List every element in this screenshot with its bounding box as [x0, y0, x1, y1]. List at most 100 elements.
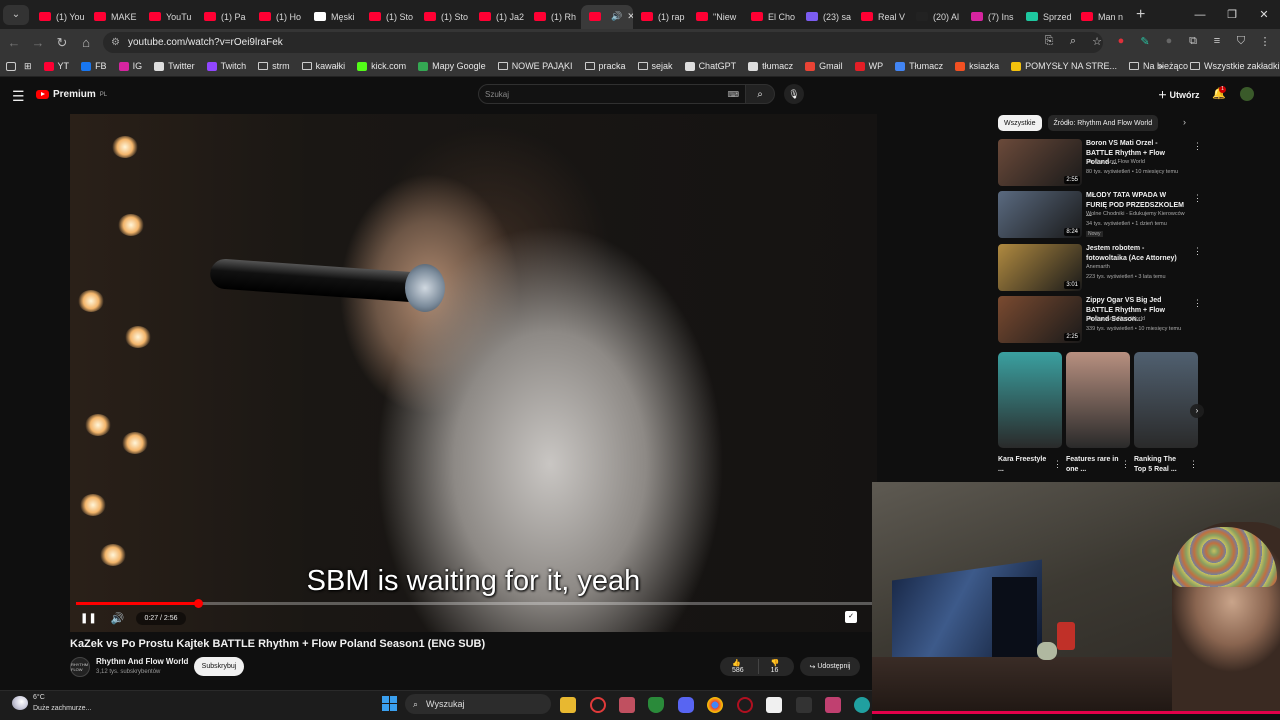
bookmark-item[interactable]: Tłumacz — [895, 61, 943, 71]
autoplay-shield-icon[interactable]: ✓ — [845, 611, 857, 623]
recommended-video[interactable]: 8:24 MŁODY TATA WPADA W FURIĘ POD PRZEDSZ… — [998, 191, 1202, 241]
capcut-icon[interactable] — [766, 697, 782, 713]
browser-tab[interactable]: Real V — [853, 5, 908, 29]
bookmark-item[interactable]: YT — [43, 61, 69, 71]
browser-tab[interactable]: (1) Pa — [196, 5, 251, 29]
bookmark-item[interactable]: FB — [81, 61, 107, 71]
account-avatar[interactable] — [1240, 87, 1254, 101]
short-thumbnail[interactable] — [998, 352, 1062, 448]
file-explorer-icon[interactable] — [560, 697, 576, 713]
voice-search-mic-icon[interactable]: 🎙 — [784, 84, 804, 104]
extension-icon[interactable]: ✎ — [1136, 32, 1154, 50]
minimize-icon[interactable]: — — [1184, 0, 1216, 29]
site-info-icon[interactable]: ⚙ — [111, 37, 120, 48]
browser-tab[interactable]: Man n — [1073, 5, 1128, 29]
app-image-icon[interactable] — [619, 697, 635, 713]
bookmark-item[interactable]: sejak — [637, 61, 673, 71]
more-options-icon[interactable]: ⋮ — [1189, 459, 1198, 470]
bookmark-item[interactable]: POMYSŁY NA STRE... — [1011, 61, 1117, 71]
tab-audio-icon[interactable]: 🔊 — [611, 11, 622, 22]
record-extension-icon[interactable]: ● — [1112, 32, 1130, 50]
shorts-next-chevron-icon[interactable]: › — [1190, 404, 1204, 418]
video-channel[interactable]: Rhythm And Flow World — [1086, 316, 1145, 322]
short-title[interactable]: Ranking The Top 5 Real ... — [1134, 455, 1189, 475]
restore-icon[interactable]: ❐ — [1216, 0, 1248, 29]
tab-search-chevron-icon[interactable]: ⌄ — [3, 4, 29, 25]
bookmark-item[interactable]: pracka — [584, 61, 626, 71]
keyboard-icon[interactable]: ⌨ — [727, 90, 739, 99]
chips-next-chevron-icon[interactable]: › — [1183, 117, 1186, 127]
reading-list-icon[interactable] — [6, 61, 16, 71]
youtube-premium-logo[interactable]: Premium PL — [36, 89, 107, 100]
browser-tab[interactable]: Męski — [306, 5, 361, 29]
taskbar-search[interactable]: ⌕ Wyszukaj — [405, 694, 551, 714]
browser-tab[interactable]: Sprzed — [1018, 5, 1073, 29]
address-bar[interactable]: ⚙ youtube.com/watch?v=rOei9lraFek — [103, 32, 1103, 53]
shield-app-icon[interactable] — [648, 697, 664, 713]
discord-icon[interactable] — [678, 697, 694, 713]
bookmark-item[interactable]: ksiazka — [955, 61, 999, 71]
bookmark-item[interactable]: IG — [118, 61, 142, 71]
browser-tab[interactable]: "Niew — [688, 5, 743, 29]
chip-all[interactable]: Wszystkie — [998, 115, 1042, 131]
bookmark-item[interactable]: kawałki — [301, 61, 345, 71]
menu-hamburger-icon[interactable]: ☰ — [12, 88, 25, 105]
subscribe-button[interactable]: Subskrybuj — [194, 657, 244, 676]
apps-grid-icon[interactable]: ⊞ — [24, 61, 32, 72]
create-button[interactable]: ＋ Utwórz — [1158, 88, 1200, 101]
bookmark-item[interactable]: strm — [258, 61, 290, 71]
bookmark-item[interactable]: Mapy Google — [418, 61, 486, 71]
pause-icon[interactable]: ❚❚ — [80, 613, 97, 624]
windows-start-icon[interactable] — [382, 696, 397, 711]
short-title[interactable]: Features rare in one ... — [1066, 455, 1121, 475]
zoom-icon[interactable]: ⌕ — [1064, 32, 1082, 50]
more-options-icon[interactable]: ⋮ — [1193, 298, 1202, 309]
chrome-icon[interactable] — [707, 697, 723, 713]
more-options-icon[interactable]: ⋮ — [1193, 193, 1202, 204]
close-window-icon[interactable]: ✕ — [1248, 0, 1280, 29]
bookmark-item[interactable]: Twitter — [154, 61, 195, 71]
media-control-icon[interactable]: ≡ — [1208, 32, 1226, 50]
bookmark-item[interactable]: Gmail — [805, 61, 843, 71]
recommended-video[interactable]: 2:25 Zippy Ogar VS Big Jed BATTLE Rhythm … — [998, 296, 1202, 346]
browser-tab[interactable]: (23) sa — [798, 5, 853, 29]
browser-tab[interactable]: (1) Ja2 — [471, 5, 526, 29]
globe-icon[interactable] — [854, 697, 870, 713]
profile-shield-icon[interactable]: ⛉ — [1232, 32, 1250, 50]
search-button[interactable]: ⌕ — [745, 84, 775, 104]
app-dark-icon[interactable] — [796, 697, 812, 713]
bookmark-item[interactable]: Twitch — [206, 61, 246, 71]
chip-source-channel[interactable]: Źródło: Rhythm And Flow World — [1047, 115, 1159, 131]
channel-name[interactable]: Rhythm And Flow World — [96, 657, 188, 666]
video-channel[interactable]: Wolne Chodniki - Edukujemy Kierowców — [1086, 211, 1185, 217]
install-app-icon[interactable]: ⎘ — [1040, 32, 1058, 50]
browser-tab[interactable]: (1) Sto — [361, 5, 416, 29]
browser-tab[interactable]: (7) Ins — [963, 5, 1018, 29]
bookmark-item[interactable]: ChatGPT — [684, 61, 736, 71]
back-arrow-icon[interactable]: ← — [2, 35, 26, 50]
short-thumbnail[interactable] — [1066, 352, 1130, 448]
video-channel[interactable]: Anemarth — [1086, 264, 1110, 270]
video-thumbnail[interactable]: 2:25 — [998, 296, 1082, 343]
bookmark-item[interactable]: WP — [854, 61, 883, 71]
browser-tab[interactable]: (1) Rh — [526, 5, 581, 29]
video-thumbnail[interactable]: 3:01 — [998, 244, 1082, 291]
short-title[interactable]: Kara Freestyle ... — [998, 455, 1053, 475]
more-options-icon[interactable]: ⋮ — [1121, 459, 1130, 470]
dislike-button[interactable]: 👎 16 — [759, 659, 794, 674]
browser-tab[interactable]: (1) Ho — [251, 5, 306, 29]
short-thumbnail[interactable] — [1134, 352, 1198, 448]
reload-icon[interactable]: ↻ — [50, 35, 74, 51]
browser-tab[interactable]: YouTu — [141, 5, 196, 29]
bookmark-item[interactable]: kick.com — [357, 61, 406, 71]
weather-cloud-icon[interactable] — [12, 696, 28, 710]
bookmark-star-icon[interactable]: ☆ — [1088, 32, 1106, 50]
app-pink-icon[interactable] — [825, 697, 841, 713]
recommended-video[interactable]: 2:55 Boron VS Mati Orzel - BATTLE Rhythm … — [998, 139, 1202, 189]
forward-arrow-icon[interactable]: → — [26, 35, 50, 50]
more-bookmarks-chevron-icon[interactable]: » — [1158, 61, 1163, 71]
video-progress-bar[interactable] — [76, 599, 876, 608]
browser-tab[interactable]: (20) Al — [908, 5, 963, 29]
all-bookmarks[interactable]: Wszystkie zakładki — [1190, 61, 1280, 71]
share-button[interactable]: ↪ Udostępnij — [800, 657, 860, 676]
